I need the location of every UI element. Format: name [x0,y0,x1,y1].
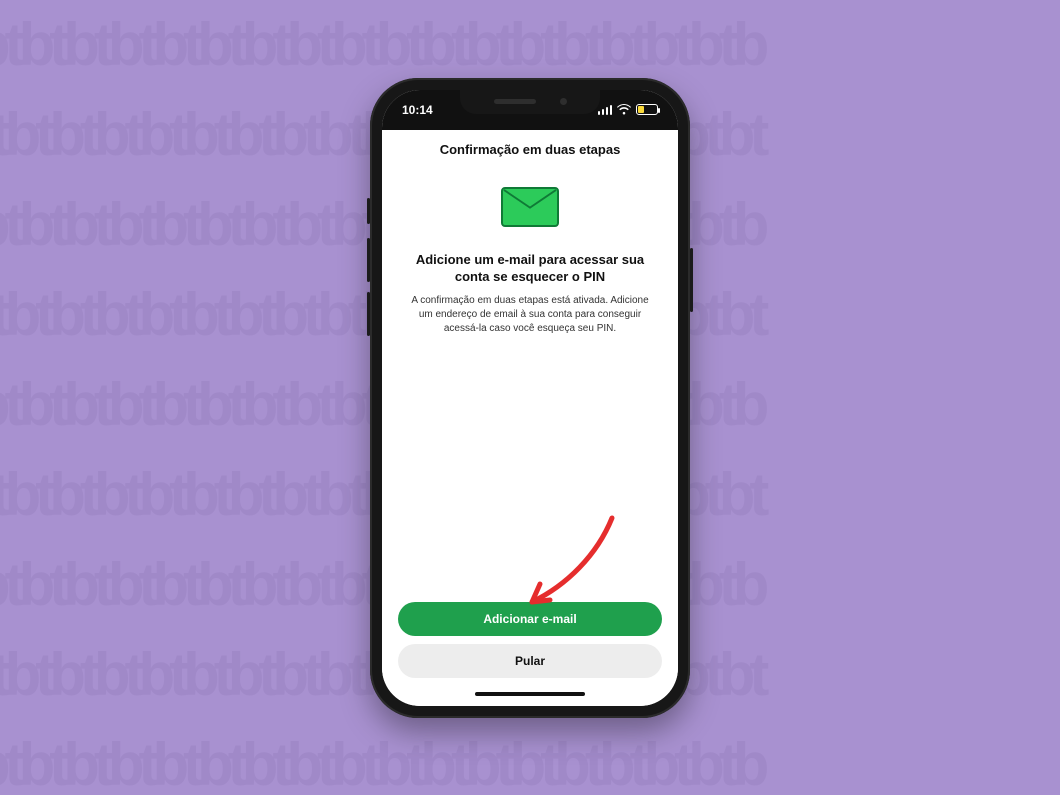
phone-frame: 10:14 Confirmação em duas etapas [370,78,690,718]
sheet-title: Confirmação em duas etapas [398,142,662,157]
speaker-icon [494,99,536,104]
phone-side-button [367,198,370,224]
phone-side-button [367,238,370,282]
headline-text: Adicione um e-mail para acessar sua cont… [398,251,662,286]
skip-button[interactable]: Pular [398,644,662,678]
phone-side-button [367,292,370,336]
sub-text: A confirmação em duas etapas está ativad… [398,294,662,336]
wifi-icon [617,104,631,115]
battery-icon [636,104,658,115]
home-indicator [475,692,585,696]
add-email-button[interactable]: Adicionar e-mail [398,602,662,636]
phone-screen: 10:14 Confirmação em duas etapas [382,90,678,706]
signal-icon [598,105,613,115]
camera-icon [560,98,567,105]
modal-sheet: Confirmação em duas etapas Adicione um e… [382,130,678,706]
envelope-icon [501,187,559,227]
envelope-icon-wrap [398,187,662,227]
status-indicators [598,104,659,115]
phone-notch [460,90,600,114]
status-time: 10:14 [402,103,433,117]
phone-side-button [690,248,693,312]
